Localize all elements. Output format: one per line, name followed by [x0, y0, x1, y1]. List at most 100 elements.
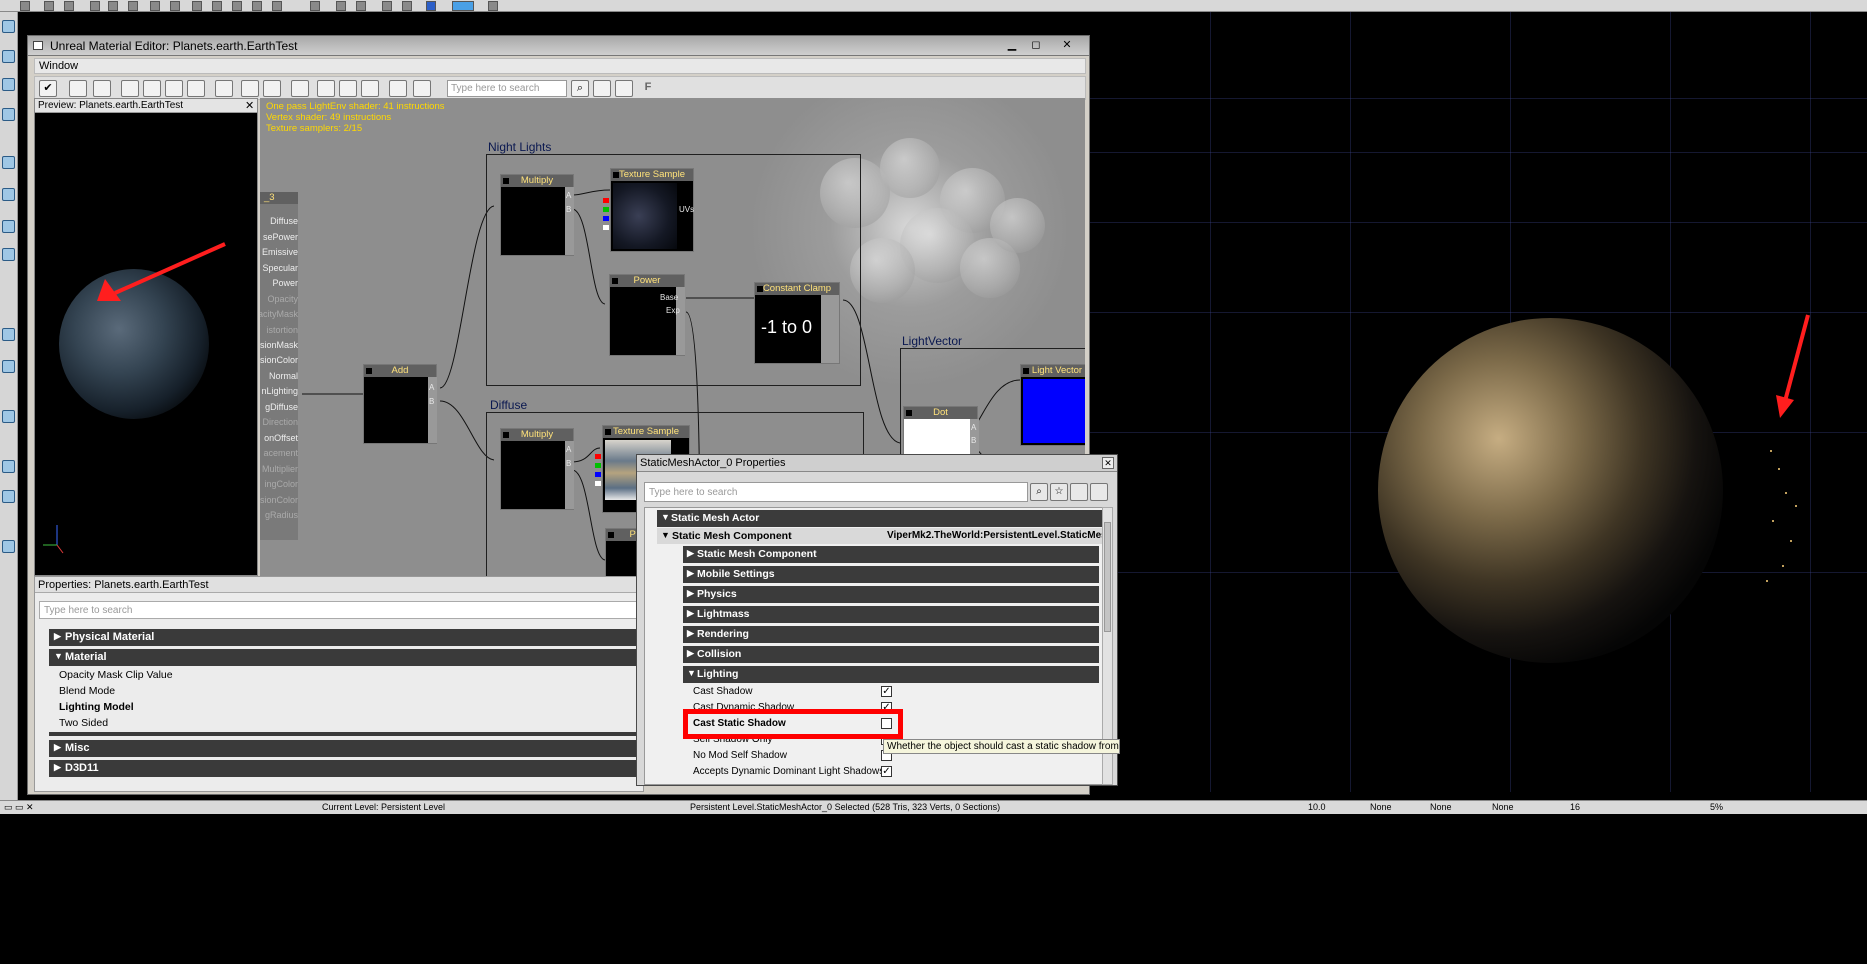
material-editor-titlebar[interactable]: Unreal Material Editor: Planets.earth.Ea… [28, 36, 1089, 56]
snap-setting[interactable]: None [1430, 802, 1452, 812]
search-icon[interactable]: ⌕ [571, 80, 589, 97]
category-d3d11[interactable]: ▶ D3D11 [49, 760, 643, 777]
properties-search-input[interactable]: Type here to search [39, 601, 639, 619]
find-next-icon[interactable] [615, 80, 633, 97]
cube-icon[interactable] [90, 1, 100, 11]
menu-window[interactable]: Window [39, 60, 78, 72]
node-texture-sample-night[interactable]: Texture Sample UVs [603, 168, 694, 252]
output-pin[interactable]: gRadius [265, 510, 298, 520]
back-icon[interactable] [241, 80, 259, 97]
grid-icon[interactable] [150, 1, 160, 11]
shape-icon[interactable] [170, 1, 180, 11]
property-row[interactable]: Two Sided [59, 717, 108, 729]
cylinder-icon[interactable] [128, 1, 138, 11]
cone-brush-icon[interactable] [2, 156, 15, 169]
select-icon[interactable] [2, 490, 15, 503]
build-icon[interactable] [402, 1, 412, 11]
category-physics[interactable]: ▶ Physics [683, 586, 1099, 603]
node-constant-clamp[interactable]: Constant Clamp -1 to 0 [754, 282, 840, 364]
hlsl-icon[interactable] [413, 80, 431, 97]
status-icons[interactable]: ▭ ▭ ✕ [4, 802, 34, 813]
sphere-brush-icon[interactable] [2, 248, 15, 261]
subtract-brush-icon[interactable] [2, 360, 15, 373]
tool-icon[interactable] [356, 1, 366, 11]
close-button[interactable]: ✕ [1056, 38, 1078, 52]
component-row[interactable]: ▼ Static Mesh Component ViperMk2.TheWorl… [657, 528, 1103, 544]
output-pin[interactable]: acement [263, 448, 298, 458]
build-all-icon[interactable] [426, 1, 436, 11]
output-pin[interactable]: Emissive [262, 247, 298, 257]
category-lightmass[interactable]: ▶ Lightmass [683, 606, 1099, 623]
home-icon[interactable] [263, 80, 281, 97]
output-pin[interactable]: Normal [269, 371, 298, 381]
intersect-brush-icon[interactable] [2, 410, 15, 423]
preview-pane[interactable]: Preview: Planets.earth.EarthTest ✕ [34, 98, 258, 576]
output-pin[interactable]: acityMask [260, 309, 298, 319]
snap-setting[interactable]: None [1370, 802, 1392, 812]
shape-icon[interactable] [212, 1, 222, 11]
apply-icon[interactable]: ✔ [39, 80, 57, 97]
tool-icon[interactable] [336, 1, 346, 11]
output-pin[interactable]: sionColor [260, 495, 298, 505]
shape-icon[interactable] [192, 1, 202, 11]
plane-brush-icon[interactable] [2, 220, 15, 233]
snap-setting[interactable]: None [1492, 802, 1514, 812]
output-pin[interactable]: Opacity [267, 294, 298, 304]
earth-globe[interactable] [1378, 318, 1723, 663]
grid-size[interactable]: 10.0 [1308, 802, 1326, 812]
cube-brush-icon[interactable] [2, 20, 15, 33]
checkbox-cast-shadow[interactable]: ✓ [881, 686, 892, 697]
shape-icon[interactable] [252, 1, 262, 11]
output-pin[interactable]: sePower [263, 232, 298, 242]
node-multiply[interactable]: Multiply A B [500, 428, 574, 510]
scale-snap[interactable]: 5% [1710, 802, 1723, 812]
output-pin[interactable]: nLighting [261, 386, 298, 396]
connector-icon[interactable] [317, 80, 335, 97]
output-pin[interactable]: Power [272, 278, 298, 288]
static-mesh-search-input[interactable]: Type here to search [644, 482, 1028, 502]
output-pin[interactable]: ingColor [264, 479, 298, 489]
plane-preview-icon[interactable] [187, 80, 205, 97]
output-pin[interactable]: onOffset [264, 433, 298, 443]
property-cast-shadow[interactable]: Cast Shadow [693, 686, 752, 697]
cylinder-brush-icon[interactable] [2, 78, 15, 91]
category-collision[interactable]: ▶ Collision [683, 646, 1099, 663]
p-icon[interactable] [44, 1, 54, 11]
category-physical-material[interactable]: ▶ Physical Material [49, 629, 643, 646]
t-icon[interactable] [291, 80, 309, 97]
add-brush-icon[interactable] [2, 328, 15, 341]
category-static-mesh-actor[interactable]: ▼ Static Mesh Actor [657, 510, 1103, 527]
tree-icon[interactable] [2, 108, 15, 121]
search-input[interactable]: Type here to search [447, 80, 567, 97]
shape-icon[interactable] [272, 1, 282, 11]
cylinder-brush-icon[interactable] [2, 188, 15, 201]
connector-icon[interactable] [339, 80, 357, 97]
output-pin[interactable]: istortion [266, 325, 298, 335]
property-row[interactable]: Lighting Model [59, 701, 134, 713]
sphere-preview-icon[interactable] [165, 80, 183, 97]
static-mesh-titlebar[interactable]: StaticMeshActor_0 Properties ✕ [637, 455, 1117, 472]
favorite-icon[interactable]: ☆ [1050, 483, 1068, 501]
property-no-mod-self-shadow[interactable]: No Mod Self Shadow [693, 750, 787, 761]
category-mobile-settings[interactable]: ▶ Mobile Settings [683, 566, 1099, 583]
cylinder-preview-icon[interactable] [121, 80, 139, 97]
volume-icon[interactable] [2, 460, 15, 473]
category-rendering[interactable]: ▶ Rendering [683, 626, 1099, 643]
clean-icon[interactable] [69, 80, 87, 97]
dropdown-icon[interactable] [20, 1, 30, 11]
output-pin[interactable]: gDiffuse [265, 402, 298, 412]
save-icon[interactable] [64, 1, 74, 11]
close-button[interactable]: ✕ [1102, 457, 1114, 469]
output-pin[interactable]: Multiplier [262, 464, 298, 474]
output-pin[interactable]: Specular [262, 263, 298, 273]
shape-icon[interactable] [232, 1, 242, 11]
grid-icon[interactable] [93, 80, 111, 97]
f-icon[interactable]: F [639, 80, 657, 97]
copy-icon[interactable] [1070, 483, 1088, 501]
output-pin[interactable]: Direction [262, 417, 298, 427]
search-icon[interactable]: ⌕ [1030, 483, 1048, 501]
cube-icon[interactable] [108, 1, 118, 11]
tool-icon[interactable] [488, 1, 498, 11]
scrollbar-thumb[interactable] [1104, 522, 1111, 632]
category-lighting[interactable]: ▼ Lighting [683, 666, 1099, 683]
